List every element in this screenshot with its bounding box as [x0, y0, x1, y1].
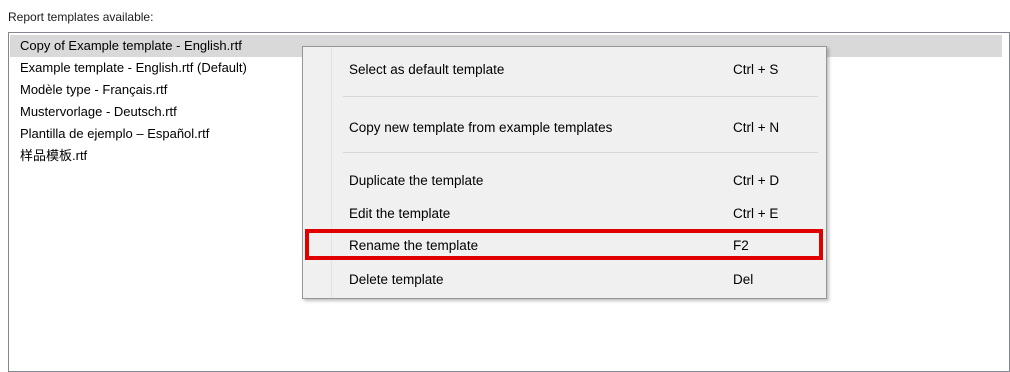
menu-item-shortcut: Ctrl + N — [733, 120, 780, 135]
menu-item-label: Edit the template — [349, 206, 451, 221]
menu-separator — [343, 96, 818, 97]
menu-item-shortcut: Ctrl + S — [733, 62, 779, 77]
menu-item-shortcut: Ctrl + D — [733, 173, 780, 188]
templates-heading: Report templates available: — [8, 10, 154, 24]
menu-item-select-default[interactable]: Select as default template Ctrl + S — [333, 57, 823, 83]
menu-item-label: Select as default template — [349, 62, 505, 77]
menu-item-copy-new[interactable]: Copy new template from example templates… — [333, 115, 823, 141]
menu-separator — [343, 152, 818, 153]
template-list-item[interactable]: Plantilla de ejemplo – Español.rtf — [10, 123, 209, 145]
template-context-menu: Select as default template Ctrl + S Copy… — [302, 46, 827, 299]
template-list-item[interactable]: Modèle type - Français.rtf — [10, 79, 167, 101]
menu-item-label: Copy new template from example templates — [349, 120, 613, 135]
menu-item-delete[interactable]: Delete template Del — [333, 267, 823, 293]
menu-item-edit[interactable]: Edit the template Ctrl + E — [333, 201, 823, 227]
menu-item-label: Delete template — [349, 272, 444, 287]
template-list-item[interactable]: 样品模板.rtf — [10, 145, 87, 167]
rename-highlight-box — [305, 229, 823, 260]
menu-item-shortcut: Del — [733, 272, 754, 287]
template-list-item[interactable]: Mustervorlage - Deutsch.rtf — [10, 101, 177, 123]
menu-icon-gutter — [303, 47, 332, 298]
menu-item-label: Duplicate the template — [349, 173, 484, 188]
menu-item-duplicate[interactable]: Duplicate the template Ctrl + D — [333, 168, 823, 194]
template-list-item[interactable]: Example template - English.rtf (Default) — [10, 57, 247, 79]
menu-item-shortcut: Ctrl + E — [733, 206, 779, 221]
